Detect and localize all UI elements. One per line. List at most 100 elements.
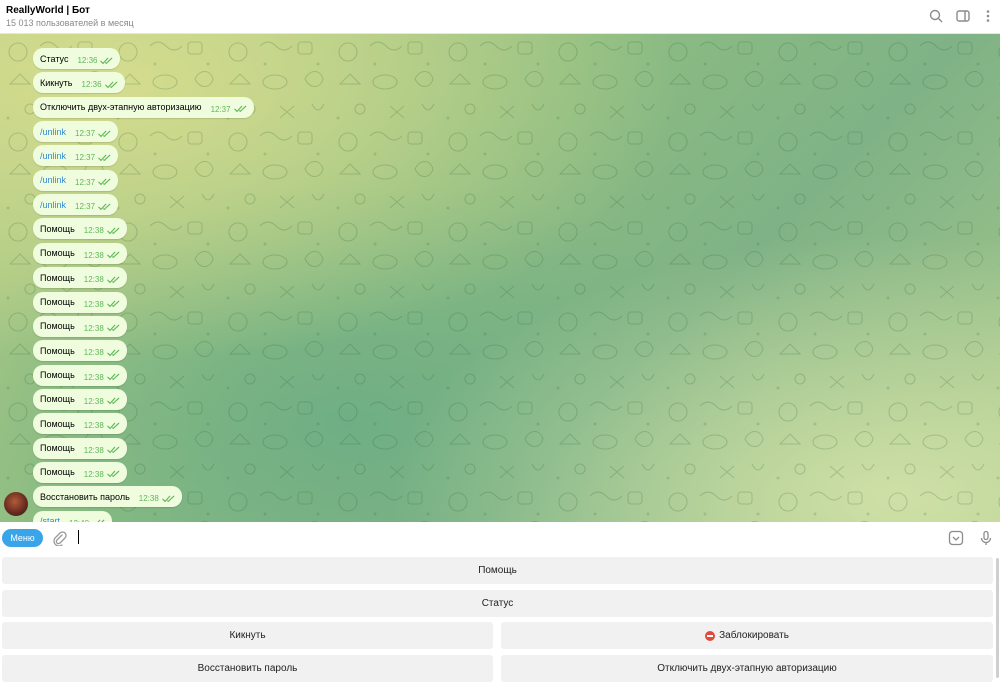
keyboard-button-label: Заблокировать <box>719 630 789 641</box>
avatar[interactable] <box>4 492 28 516</box>
read-double-check-icon <box>107 446 120 454</box>
message-time: 12:38 <box>83 445 104 455</box>
message-time: 12:38 <box>83 275 104 285</box>
message-time: 12:36 <box>81 80 102 90</box>
keyboard-button-label: Помощь <box>478 565 517 576</box>
message-bubble[interactable]: Помощь 12:38 <box>33 315 127 337</box>
message-bubble[interactable]: Помощь 12:38 <box>33 340 127 362</box>
message-bubble[interactable]: Помощь 12:38 <box>33 218 127 240</box>
read-double-check-icon <box>104 81 117 89</box>
message-text: Отключить двух-этапную авторизацию <box>40 102 202 113</box>
message-time: 12:38 <box>138 494 159 504</box>
message-text: Помощь <box>40 345 75 356</box>
message-bubble[interactable]: Помощь 12:38 <box>33 364 127 386</box>
microphone-icon[interactable] <box>978 530 994 546</box>
read-double-check-icon <box>107 227 120 235</box>
message-bubble[interactable]: /unlink 12:37 <box>33 194 119 216</box>
message-text: Помощь <box>40 370 75 381</box>
read-double-check-icon <box>233 105 246 113</box>
message-time: 12:38 <box>83 299 104 309</box>
message-bubble[interactable]: Кикнуть 12:36 <box>33 72 125 94</box>
message-bubble[interactable]: /unlink 12:37 <box>33 121 119 143</box>
read-double-check-icon <box>107 349 120 356</box>
message-text: Помощь <box>40 223 75 234</box>
keyboard-button-disable-2fa[interactable]: Отключить двух-этапную авторизацию <box>501 655 993 682</box>
message-time: 12:38 <box>83 421 104 431</box>
read-double-check-icon <box>107 251 120 259</box>
read-double-check-icon <box>107 373 120 381</box>
sidebar-panel-icon[interactable] <box>955 8 971 24</box>
read-double-check-icon <box>107 276 120 283</box>
keyboard-button-label: Статус <box>481 598 514 609</box>
read-double-check-icon <box>107 300 120 308</box>
chat-messages-area[interactable]: Статус 12:36 Кикнуть 12:36 Отключить двух-эт… <box>0 34 1000 522</box>
message-text: Помощь <box>40 443 75 454</box>
message-bubble[interactable]: Статус 12:36 <box>33 48 121 69</box>
message-bubble[interactable]: Помощь 12:38 <box>33 267 127 289</box>
read-double-check-icon <box>162 495 175 502</box>
keyboard-button-label: Отключить двух-этапную авторизацию <box>657 663 837 674</box>
message-bubble[interactable]: Помощь 12:38 <box>33 413 127 435</box>
read-double-check-icon <box>98 130 111 137</box>
message-time: 12:37 <box>75 153 96 163</box>
message-time: 12:38 <box>83 226 104 236</box>
keyboard-scrollbar[interactable] <box>996 558 999 678</box>
message-text: Помощь <box>40 394 75 405</box>
chat-title[interactable]: ReallyWorld | Бот <box>6 5 90 16</box>
message-time: 12:38 <box>83 348 104 358</box>
message-command-text[interactable]: /unlink <box>40 151 66 161</box>
message-input[interactable] <box>78 530 79 544</box>
message-bubble[interactable]: Помощь 12:38 <box>33 388 127 410</box>
message-command-text[interactable]: /unlink <box>40 175 66 185</box>
message-time: 12:37 <box>75 129 96 139</box>
menu-button[interactable]: Меню <box>2 529 43 547</box>
message-time: 12:36 <box>77 56 98 65</box>
message-bubble[interactable]: /start12:40 <box>33 510 113 522</box>
search-icon[interactable] <box>928 8 944 24</box>
message-time: 12:38 <box>83 250 104 260</box>
message-text: Помощь <box>40 418 75 429</box>
read-double-check-icon <box>98 154 111 162</box>
message-bubble[interactable]: Помощь 12:38 <box>33 291 127 313</box>
keyboard-button-kick[interactable]: Кикнуть <box>2 622 493 649</box>
read-double-check-icon <box>107 471 120 478</box>
message-bubble[interactable]: Помощь 12:38 <box>33 242 127 264</box>
message-bubble[interactable]: Отключить двух-этапную авторизацию 12:37 <box>33 96 254 118</box>
message-text: Помощь <box>40 321 75 332</box>
message-command-text[interactable]: /unlink <box>40 127 66 137</box>
chat-subtitle: 15 013 пользователей в месяц <box>6 18 134 28</box>
chat-header: ReallyWorld | Бот 15 013 пользователей в… <box>0 0 1000 34</box>
keyboard-button-block[interactable]: Заблокировать <box>501 622 993 649</box>
message-text: Помощь <box>40 248 75 259</box>
bot-reply-keyboard: Помощь Статус Кикнуть Заблокировать Восс… <box>0 554 1000 684</box>
keyboard-button-restore-password[interactable]: Восстановить пароль <box>2 655 493 682</box>
bot-keyboard-toggle-icon[interactable] <box>948 530 964 546</box>
message-bubble[interactable]: /unlink 12:37 <box>33 169 119 191</box>
read-double-check-icon <box>98 203 111 210</box>
message-time: 12:38 <box>83 323 104 333</box>
message-text: Статус <box>40 53 69 64</box>
message-bubble[interactable]: Помощь 12:38 <box>33 437 127 459</box>
more-vertical-icon[interactable] <box>980 8 996 24</box>
read-double-check-icon <box>100 57 113 64</box>
message-command-text[interactable]: /unlink <box>40 200 66 210</box>
message-time: 12:37 <box>75 202 96 212</box>
message-bubble[interactable]: Восстановить пароль 12:38 <box>33 486 182 508</box>
keyboard-button-help[interactable]: Помощь <box>2 557 993 584</box>
read-double-check-icon <box>107 324 120 332</box>
keyboard-button-label: Кикнуть <box>229 630 266 641</box>
message-time: 12:38 <box>83 396 104 406</box>
message-time: 12:38 <box>83 372 104 382</box>
read-double-check-icon <box>98 178 111 186</box>
message-bubble[interactable]: Помощь 12:38 <box>33 461 127 483</box>
message-text: Кикнуть <box>40 77 73 88</box>
message-text: Помощь <box>40 467 75 478</box>
message-text: Помощь <box>40 272 75 283</box>
read-double-check-icon <box>107 398 120 405</box>
no-entry-icon <box>705 630 716 641</box>
attach-icon[interactable] <box>51 530 67 547</box>
message-text: Восстановить пароль <box>40 491 130 502</box>
message-bubble[interactable]: /unlink 12:37 <box>33 145 119 167</box>
message-time: 12:37 <box>75 177 96 187</box>
keyboard-button-status[interactable]: Статус <box>2 590 993 617</box>
